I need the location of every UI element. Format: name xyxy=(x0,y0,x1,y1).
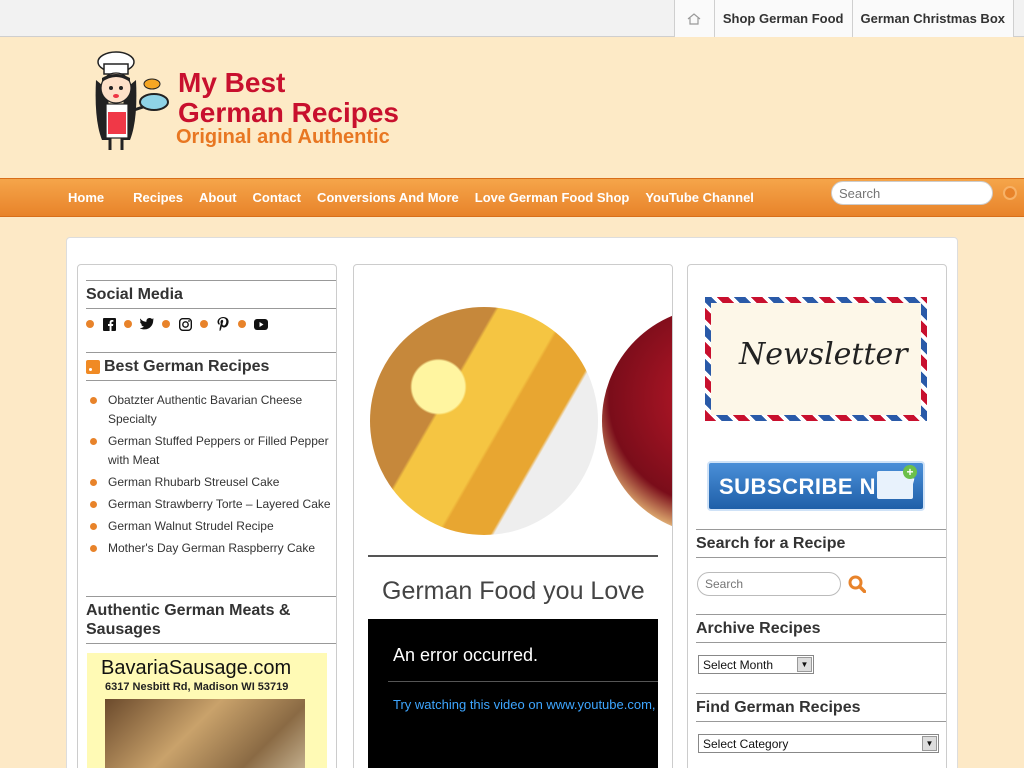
rss-icon[interactable] xyxy=(86,359,100,374)
divider xyxy=(368,555,658,557)
list-item[interactable]: German Strawberry Torte – Layered Cake xyxy=(86,495,332,514)
video-youtube-link[interactable]: Try watching this video on www.youtube.c… xyxy=(393,697,656,712)
sausage-image xyxy=(105,699,305,768)
social-media-title: Social Media xyxy=(86,280,336,309)
twitter-icon[interactable] xyxy=(140,317,154,331)
youtube-icon[interactable] xyxy=(254,317,268,331)
bullet xyxy=(162,320,170,328)
site-logo[interactable]: My Best German Recipes Original and Auth… xyxy=(88,50,428,160)
nav-search-input[interactable] xyxy=(831,181,993,205)
top-nav-german-christmas-box[interactable]: German Christmas Box xyxy=(851,0,1014,37)
archive-select-value: Select Month xyxy=(703,657,774,672)
home-icon xyxy=(687,12,701,25)
plus-icon: + xyxy=(903,465,917,479)
main-navigation: Home Recipes About Contact Conversions A… xyxy=(0,178,1024,217)
list-item[interactable]: German Stuffed Peppers or Filled Pepper … xyxy=(86,432,332,470)
top-nav-shop-german-food[interactable]: Shop German Food xyxy=(713,0,852,37)
search-icon[interactable] xyxy=(848,575,866,593)
nav-home[interactable]: Home xyxy=(60,179,125,216)
list-item[interactable]: Obatzter Authentic Bavarian Cheese Speci… xyxy=(86,391,332,429)
right-sidebar: Newsletter SUBSCRIBE NOW + Search for a … xyxy=(687,264,947,768)
logo-line-1: My Best xyxy=(178,67,286,98)
meats-sausages-title: Authentic German Meats & Sausages xyxy=(86,596,336,644)
bullet xyxy=(86,320,94,328)
main-column: German Food you Love An error occurred. … xyxy=(353,264,673,768)
best-recipes-title-text[interactable]: Best German Recipes xyxy=(104,357,269,376)
nav-about[interactable]: About xyxy=(191,179,245,216)
newsletter-banner[interactable]: Newsletter xyxy=(705,297,927,421)
chef-girl-icon xyxy=(95,51,169,150)
category-select-value: Select Category xyxy=(703,736,789,751)
site-header: My Best German Recipes Original and Auth… xyxy=(0,38,1024,178)
bullet xyxy=(124,320,132,328)
top-bar: Shop German Food German Christmas Box xyxy=(0,0,1024,37)
nav-search-button[interactable] xyxy=(1003,186,1017,200)
top-navigation: Shop German Food German Christmas Box xyxy=(673,0,1014,37)
archive-month-select[interactable]: Select Month ▼ xyxy=(698,655,814,674)
content-area: Social Media Best German Recipes Obatzte… xyxy=(66,237,958,768)
schnitzel-fries-image[interactable] xyxy=(370,307,598,535)
recipe-search-input[interactable] xyxy=(697,572,841,596)
logo-tagline: Original and Authentic xyxy=(176,126,390,148)
logo-line-2: German Recipes xyxy=(178,97,399,128)
bullet xyxy=(200,320,208,328)
category-select[interactable]: Select Category ▼ xyxy=(698,734,939,753)
nav-conversions[interactable]: Conversions And More xyxy=(309,179,467,216)
left-sidebar: Social Media Best German Recipes Obatzte… xyxy=(77,264,337,768)
ad-name: BavariaSausage.com xyxy=(101,657,292,679)
logo-title: My Best German Recipes xyxy=(178,68,399,128)
chevron-down-icon: ▼ xyxy=(797,657,812,672)
list-item[interactable]: German Walnut Strudel Recipe xyxy=(86,517,332,536)
subscribe-button[interactable]: SUBSCRIBE NOW + xyxy=(707,461,925,511)
video-error-text: An error occurred. xyxy=(393,645,539,665)
best-recipes-title: Best German Recipes xyxy=(86,352,336,381)
nav-recipes[interactable]: Recipes xyxy=(125,179,191,216)
chevron-down-icon: ▼ xyxy=(922,736,937,751)
bullet xyxy=(238,320,246,328)
divider xyxy=(388,681,658,682)
strawberry-torte-image[interactable] xyxy=(602,307,672,535)
youtube-video-embed[interactable]: An error occurred. Try watching this vid… xyxy=(368,619,658,768)
facebook-icon[interactable] xyxy=(102,317,116,331)
recipe-list: Obatzter Authentic Bavarian Cheese Speci… xyxy=(86,391,332,561)
home-button[interactable] xyxy=(673,0,714,37)
nav-contact[interactable]: Contact xyxy=(245,179,309,216)
social-icons xyxy=(86,317,276,331)
section-title: German Food you Love xyxy=(382,577,645,605)
newsletter-text: Newsletter xyxy=(739,337,908,372)
nav-youtube[interactable]: YouTube Channel xyxy=(637,179,762,216)
list-item[interactable]: German Rhubarb Streusel Cake xyxy=(86,473,332,492)
find-recipes-title: Find German Recipes xyxy=(696,693,946,722)
nav-shop[interactable]: Love German Food Shop xyxy=(467,179,638,216)
search-recipe-title: Search for a Recipe xyxy=(696,529,946,558)
ad-address: 6317 Nesbitt Rd, Madison WI 53719 xyxy=(105,681,289,693)
bavaria-sausage-ad[interactable]: BavariaSausage.com 6317 Nesbitt Rd, Madi… xyxy=(87,653,327,768)
archive-recipes-title: Archive Recipes xyxy=(696,614,946,643)
list-item[interactable]: Mother's Day German Raspberry Cake xyxy=(86,539,332,558)
instagram-icon[interactable] xyxy=(178,317,192,331)
pinterest-icon[interactable] xyxy=(216,317,230,331)
